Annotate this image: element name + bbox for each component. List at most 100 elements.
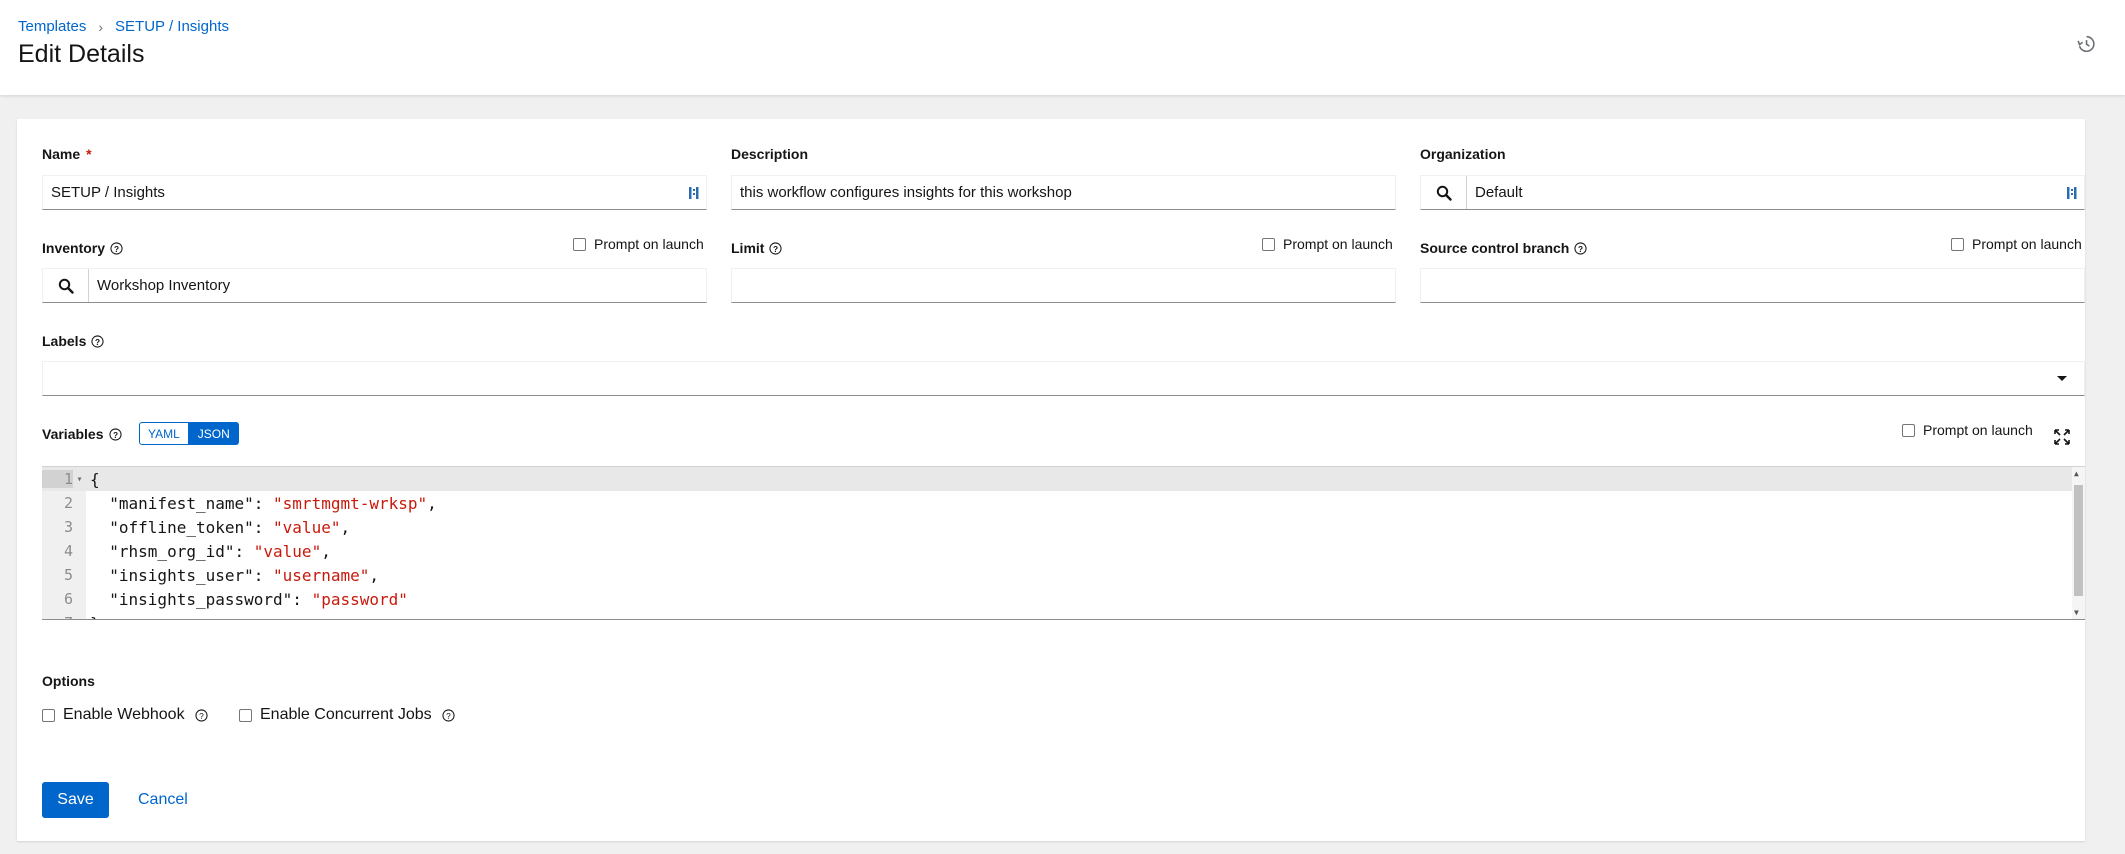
variables-prompt-checkbox[interactable] [1902,423,1915,437]
labels-select[interactable] [42,361,2085,396]
name-label: Name * [42,146,92,162]
code-string: "username" [273,565,370,585]
scroll-down-icon[interactable]: ▼ [2074,608,2079,617]
inventory-search-button[interactable] [43,269,89,302]
chevron-right-icon: › [98,18,104,35]
description-input-value: this workflow configures insights for th… [740,184,1072,201]
limit-label-text: Limit [731,240,765,256]
code-text: "insights_user": "username", [86,566,379,585]
caret-down-icon[interactable] [2056,375,2068,383]
description-label: Description [731,146,809,162]
code-punctuation: , [321,541,331,561]
labels-label-text: Labels [42,333,87,349]
variables-prompt-on-launch[interactable]: Prompt on launch [1902,422,2033,438]
help-icon[interactable]: ? [1574,241,1587,255]
scm-branch-prompt-on-launch[interactable]: Prompt on launch [1951,236,2082,252]
code-line[interactable]: 2 "manifest_name": "smrtmgmt-wrksp", [42,491,2072,515]
variables-label: Variables ? [42,426,122,442]
svg-text:?: ? [446,710,451,720]
enable-concurrent-jobs-option[interactable]: Enable Concurrent Jobs ? [239,706,455,724]
scm-branch-prompt-checkbox[interactable] [1951,237,1964,251]
organization-search-button[interactable] [1421,176,1467,209]
code-text: } [86,614,100,620]
scroll-up-icon[interactable]: ▲ [2074,469,2079,478]
inventory-prompt-checkbox[interactable] [573,237,586,251]
password-manager-icon[interactable] [688,185,700,201]
help-icon[interactable]: ? [194,708,208,722]
yaml-toggle-button[interactable]: YAML [139,422,189,445]
code-text: "offline_token": "value", [86,518,350,537]
name-input[interactable]: SETUP / Insights [42,175,707,210]
code-string: "value" [253,541,322,561]
fold-toggle-icon[interactable]: ▾ [73,474,86,485]
code-text: "manifest_name": "smrtmgmt-wrksp", [86,494,437,513]
code-key: "insights_password": [90,589,312,609]
code-line[interactable]: 5 "insights_user": "username", [42,563,2072,587]
code-line[interactable]: 7} [42,611,2072,620]
history-button[interactable] [2072,30,2100,58]
limit-prompt-checkbox[interactable] [1262,237,1275,251]
variables-code-editor[interactable]: 1 ▾{2 "manifest_name": "smrtmgmt-wrksp", 3… [42,466,2085,620]
line-number: 2 [63,494,73,512]
svg-text:?: ? [199,710,204,720]
code-key: "rhsm_org_id": [90,541,254,561]
limit-prompt-on-launch[interactable]: Prompt on launch [1262,236,1393,252]
variables-mode-toggle: YAML JSON [139,422,239,445]
labels-label: Labels ? [42,333,104,349]
inventory-label: Inventory ? [42,240,123,256]
help-icon[interactable]: ? [769,241,783,255]
options-title: Options [42,673,95,689]
line-number: 4 [63,542,73,560]
help-icon[interactable]: ? [110,241,123,255]
code-line[interactable]: 3 "offline_token": "value", [42,515,2072,539]
help-icon[interactable]: ? [91,334,104,348]
name-label-text: Name [42,146,81,162]
code-string: "smrtmgmt-wrksp" [273,493,428,513]
organization-label: Organization [1420,146,1506,162]
code-key: "insights_user": [90,565,274,585]
line-number: 7 [42,614,73,619]
limit-label: Limit ? [731,240,783,256]
page-header: Templates › SETUP / Insights Edit Detail… [0,0,2125,95]
code-text: "insights_password": "password" [86,590,408,609]
breadcrumb-templates-link[interactable]: Templates [18,18,86,35]
editor-scrollbar-thumb[interactable] [2074,485,2083,596]
inventory-prompt-on-launch[interactable]: Prompt on launch [573,236,704,252]
name-input-value: SETUP / Insights [51,184,165,201]
help-icon[interactable]: ? [442,708,455,722]
password-manager-icon[interactable] [2066,185,2078,201]
code-line[interactable]: 6 "insights_password": "password" [42,587,2072,611]
enable-webhook-option[interactable]: Enable Webhook ? [42,706,208,724]
organization-lookup[interactable]: Default [1420,175,2085,210]
editor-scrollbar[interactable]: ▲ ▼ [2072,467,2085,619]
enable-concurrent-jobs-checkbox[interactable] [239,708,252,722]
limit-input[interactable] [731,268,1396,303]
save-button[interactable]: Save [42,782,109,818]
code-text: { [86,470,100,489]
code-line[interactable]: 4 "rhsm_org_id": "value", [42,539,2072,563]
scm-branch-prompt-label: Prompt on launch [1972,236,2082,252]
svg-text:?: ? [112,429,117,439]
scm-branch-input[interactable] [1420,268,2085,303]
code-key: } [90,614,100,620]
code-line[interactable]: 1 ▾ { [42,467,2072,491]
enable-webhook-label: Enable Webhook [63,706,185,723]
json-toggle-button[interactable]: JSON [188,422,239,445]
cancel-button[interactable]: Cancel [138,782,188,818]
breadcrumb-current-link[interactable]: SETUP / Insights [115,18,229,35]
help-icon[interactable]: ? [108,427,122,441]
line-number: 3 [63,518,73,536]
svg-text:?: ? [114,243,119,253]
expand-editor-button[interactable] [2054,429,2070,450]
line-number: 1 [42,470,73,488]
code-punctuation: , [427,493,437,513]
code-punctuation: , [340,517,351,537]
inventory-value: Workshop Inventory [97,277,231,294]
variables-prompt-label: Prompt on launch [1923,422,2033,438]
svg-text:?: ? [95,336,100,346]
inventory-lookup[interactable]: Workshop Inventory [42,268,707,303]
svg-text:?: ? [773,243,778,253]
enable-webhook-checkbox[interactable] [42,708,55,722]
description-input[interactable]: this workflow configures insights for th… [731,175,1396,210]
code-text: "rhsm_org_id": "value", [86,542,331,561]
